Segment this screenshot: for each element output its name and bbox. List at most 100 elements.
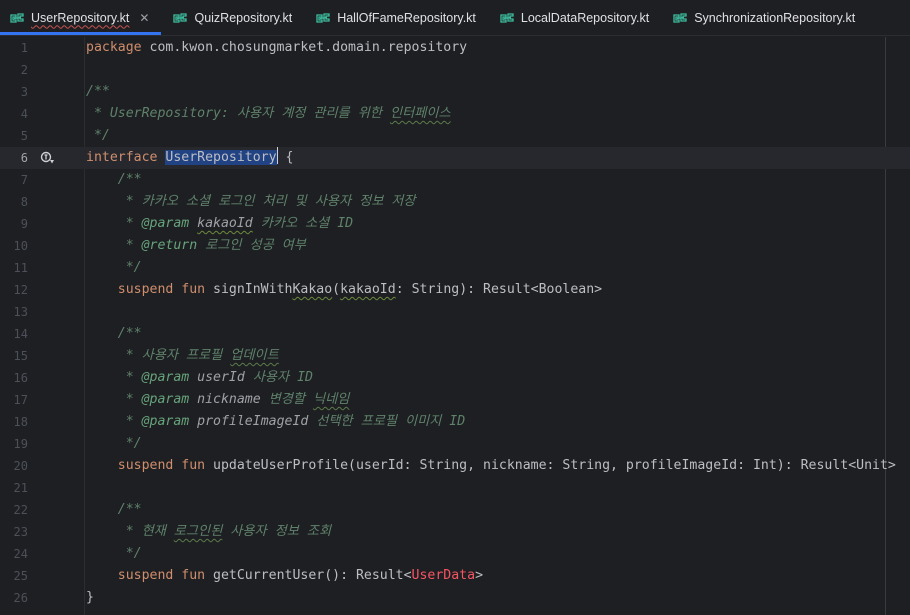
code-line[interactable]: 9 * @param kakaoId 카카오 소셜 ID xyxy=(0,213,910,235)
ide-window: UserRepository.kt ✕ QuizRepository.kt HallO… xyxy=(0,0,910,615)
keyword-token: suspend fun xyxy=(117,282,214,297)
kotlin-file-icon xyxy=(173,12,188,23)
code-token: { xyxy=(277,150,294,165)
code-line[interactable]: 19 */ xyxy=(0,433,910,455)
doc-comment-token: 업데이트 xyxy=(230,348,279,363)
editor-tab[interactable]: HallOfFameRepository.kt xyxy=(304,0,488,35)
code-line[interactable]: 1 package com.kwon.chosungmarket.domain.r… xyxy=(0,37,910,59)
code-line[interactable]: 14 /** xyxy=(0,323,910,345)
line-number: 6 xyxy=(20,151,28,165)
code-line[interactable]: 18 * @param profileImageId 선택한 프로필 이미지 I… xyxy=(0,411,910,433)
code-text: suspend fun updateUserProfile(userId: St… xyxy=(86,455,896,477)
line-number: 1 xyxy=(20,41,28,55)
line-number: 24 xyxy=(13,547,28,561)
code-line[interactable]: 5 */ xyxy=(0,125,910,147)
doc-param-token: userId xyxy=(197,370,245,385)
code-line[interactable]: 15 * 사용자 프로필 업데이트 xyxy=(0,345,910,367)
code-line[interactable]: 11 */ xyxy=(0,257,910,279)
keyword-token: interface xyxy=(86,150,166,165)
editor-tab-bar: UserRepository.kt ✕ QuizRepository.kt HallO… xyxy=(0,0,910,36)
code-text: */ xyxy=(86,257,142,279)
tab-label: QuizRepository.kt xyxy=(194,10,293,25)
line-number: 12 xyxy=(13,283,28,297)
doc-param-token: nickname xyxy=(197,392,261,407)
code-line[interactable]: 8 * 카카오 소셜 로그인 처리 및 사용자 정보 저장 xyxy=(0,191,910,213)
doc-comment-token: /** xyxy=(117,502,142,517)
line-number: 2 xyxy=(20,63,28,77)
doc-comment-token: /** xyxy=(117,326,142,341)
code-line[interactable]: 16 * @param userId 사용자 ID xyxy=(0,367,910,389)
code-line[interactable]: 23 * 현재 로그인된 사용자 정보 조회 xyxy=(0,521,910,543)
kotlin-file-icon xyxy=(316,12,330,23)
doc-comment-token: * xyxy=(117,414,142,429)
code-line[interactable]: 22 /** xyxy=(0,499,910,521)
editor-tab[interactable]: SynchronizationRepository.kt xyxy=(661,0,867,35)
line-number: 9 xyxy=(20,217,28,231)
doc-param-token: profileImageId xyxy=(197,414,309,429)
code-editor[interactable]: 1 package com.kwon.chosungmarket.domain.r… xyxy=(0,37,910,615)
tab-label: LocalDataRepository.kt xyxy=(520,10,650,25)
doc-comment-token: * xyxy=(117,216,142,231)
code-line[interactable]: 26} xyxy=(0,587,910,609)
doc-comment-token: /** xyxy=(86,84,110,99)
editor-tab[interactable]: UserRepository.kt ✕ xyxy=(0,0,162,35)
code-line[interactable]: 4 * UserRepository: 사용자 계정 관리를 위한 인터페이스 xyxy=(0,103,910,125)
code-line[interactable]: 6 interface UserRepository { xyxy=(0,147,910,169)
tab-label: HallOfFameRepository.kt xyxy=(337,10,476,25)
close-tab-icon[interactable]: ✕ xyxy=(139,12,149,24)
code-line[interactable]: 2 xyxy=(0,59,910,81)
code-line[interactable]: 12 suspend fun signInWithKakao(kakaoId: … xyxy=(0,279,910,301)
doc-comment-token: * 카카오 소셜 로그인 처리 및 사용자 정보 저장 xyxy=(117,194,416,209)
code-text: /** xyxy=(86,81,110,103)
doc-comment-token: * 사용자 프로필 xyxy=(117,348,231,363)
implemented-by-gutter-icon[interactable] xyxy=(40,151,56,165)
code-line[interactable]: 20 suspend fun updateUserProfile(userId:… xyxy=(0,455,910,477)
code-text: package com.kwon.chosungmarket.domain.re… xyxy=(86,37,467,59)
doc-tag-token: @param xyxy=(141,216,198,231)
line-number: 22 xyxy=(13,503,28,517)
code-text: * 사용자 프로필 업데이트 xyxy=(86,345,279,367)
function-name-token: updateUserProfile xyxy=(213,458,349,473)
code-text: suspend fun getCurrentUser(): Result<Use… xyxy=(86,565,483,587)
function-name-token: Kakao xyxy=(292,282,333,297)
code-text: * 카카오 소셜 로그인 처리 및 사용자 정보 저장 xyxy=(86,191,416,213)
kotlin-file-icon xyxy=(500,12,514,23)
doc-comment-token: 로그인 성공 여부 xyxy=(197,238,306,253)
line-number: 21 xyxy=(13,481,28,495)
code-text: * UserRepository: 사용자 계정 관리를 위한 인터페이스 xyxy=(86,103,451,125)
line-number: 5 xyxy=(20,129,28,143)
doc-comment-token: */ xyxy=(117,436,142,451)
code-token: com.kwon.chosungmarket.domain.repository xyxy=(141,40,468,55)
code-line[interactable]: 25 suspend fun getCurrentUser(): Result<… xyxy=(0,565,910,587)
code-text: */ xyxy=(86,125,110,147)
code-text: interface UserRepository { xyxy=(86,147,293,169)
selected-identifier: UserRepository xyxy=(165,150,277,165)
doc-param-token: kakaoId xyxy=(197,216,253,231)
code-line[interactable]: 17 * @param nickname 변경할 닉네임 xyxy=(0,389,910,411)
line-number: 11 xyxy=(13,261,28,275)
code-line[interactable]: 24 */ xyxy=(0,543,910,565)
code-text: * @param profileImageId 선택한 프로필 이미지 ID xyxy=(86,411,465,433)
line-number: 17 xyxy=(13,393,28,407)
code-line[interactable]: 3 /** xyxy=(0,81,910,103)
code-line[interactable]: 7 /** xyxy=(0,169,910,191)
code-line[interactable]: 21 xyxy=(0,477,910,499)
editor-tab[interactable]: QuizRepository.kt xyxy=(161,0,304,35)
doc-tag-token: @param xyxy=(141,392,198,407)
code-line[interactable]: 10 * @return 로그인 성공 여부 xyxy=(0,235,910,257)
line-number: 25 xyxy=(13,569,28,583)
code-line[interactable]: 13 xyxy=(0,301,910,323)
line-number: 18 xyxy=(13,415,28,429)
doc-comment-token: 인터페이스 xyxy=(389,106,451,121)
editor-tab[interactable]: LocalDataRepository.kt xyxy=(488,0,661,35)
doc-comment-token: * xyxy=(117,238,142,253)
doc-comment-token: */ xyxy=(117,260,142,275)
